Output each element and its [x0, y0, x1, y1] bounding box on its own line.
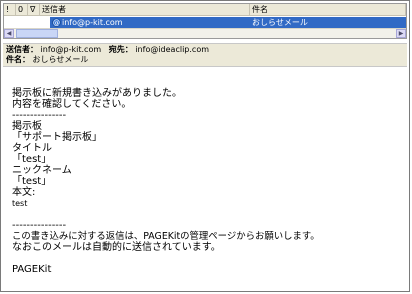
- svg-text:@: @: [53, 19, 60, 27]
- body-line: 掲示板: [12, 121, 42, 132]
- horizontal-scrollbar[interactable]: ◀ ▶: [4, 28, 406, 38]
- body-line: 本文:: [12, 187, 36, 198]
- body-line: 「test」: [12, 154, 52, 165]
- subject-line: 件名： おしらせメール: [6, 55, 88, 65]
- body-line: なおこのメールは自動的に送信されています。: [12, 242, 221, 253]
- scroll-thumb[interactable]: [16, 29, 58, 38]
- subject-column-header[interactable]: 件名: [250, 4, 406, 15]
- body-line: 内容を確認してください。: [12, 99, 132, 110]
- to-value: info@ideaclip.com: [135, 45, 210, 54]
- sender-label: 送信者：: [6, 45, 38, 54]
- subject-value: おしらせメール: [32, 55, 89, 64]
- scroll-right-icon[interactable]: ▶: [396, 29, 406, 38]
- priority-column-header[interactable]: !: [4, 4, 16, 15]
- message-list: ! 0 ∇ 送信者 件名 @ info@p-kit.com おしらせメール ◀ …: [3, 3, 407, 39]
- flag-column-header[interactable]: ∇: [28, 4, 40, 15]
- body-line: 「test」: [12, 176, 52, 187]
- message-body: 掲示板に新規書き込みがありました。 内容を確認してください。 ---------…: [3, 68, 407, 290]
- scroll-left-icon[interactable]: ◀: [4, 29, 14, 38]
- selected-subject: おしらせメール: [252, 18, 308, 27]
- body-line: test: [12, 199, 28, 208]
- message-header: 送信者： info@p-kit.com 宛先： info@ideaclip.co…: [3, 43, 407, 67]
- message-list-header: ! 0 ∇ 送信者 件名: [4, 4, 406, 16]
- body-line: この書き込みに対する返信は、PAGEKitの管理ページからお願いします。: [12, 231, 320, 242]
- mail-window: ! 0 ∇ 送信者 件名 @ info@p-kit.com おしらせメール ◀ …: [0, 0, 410, 292]
- sender-value: info@p-kit.com: [40, 45, 102, 54]
- message-row[interactable]: @ info@p-kit.com おしらせメール: [4, 17, 406, 28]
- body-line: ---------------: [12, 110, 67, 121]
- body-line: PAGEKit: [12, 264, 52, 275]
- body-line: 「サポート掲示板」: [12, 132, 102, 143]
- body-line: ---------------: [12, 220, 67, 231]
- attachment-column-header[interactable]: 0: [16, 4, 28, 15]
- body-line: ニックネーム: [12, 165, 72, 176]
- selected-sender: info@p-kit.com: [62, 18, 123, 27]
- to-label: 宛先：: [108, 45, 133, 54]
- body-line: 掲示板に新規書き込みがありました。: [12, 88, 182, 99]
- body-line: タイトル: [12, 143, 52, 154]
- sender-column-header[interactable]: 送信者: [40, 4, 250, 15]
- from-to-line: 送信者： info@p-kit.com 宛先： info@ideaclip.co…: [6, 45, 209, 55]
- subject-label: 件名：: [6, 55, 30, 64]
